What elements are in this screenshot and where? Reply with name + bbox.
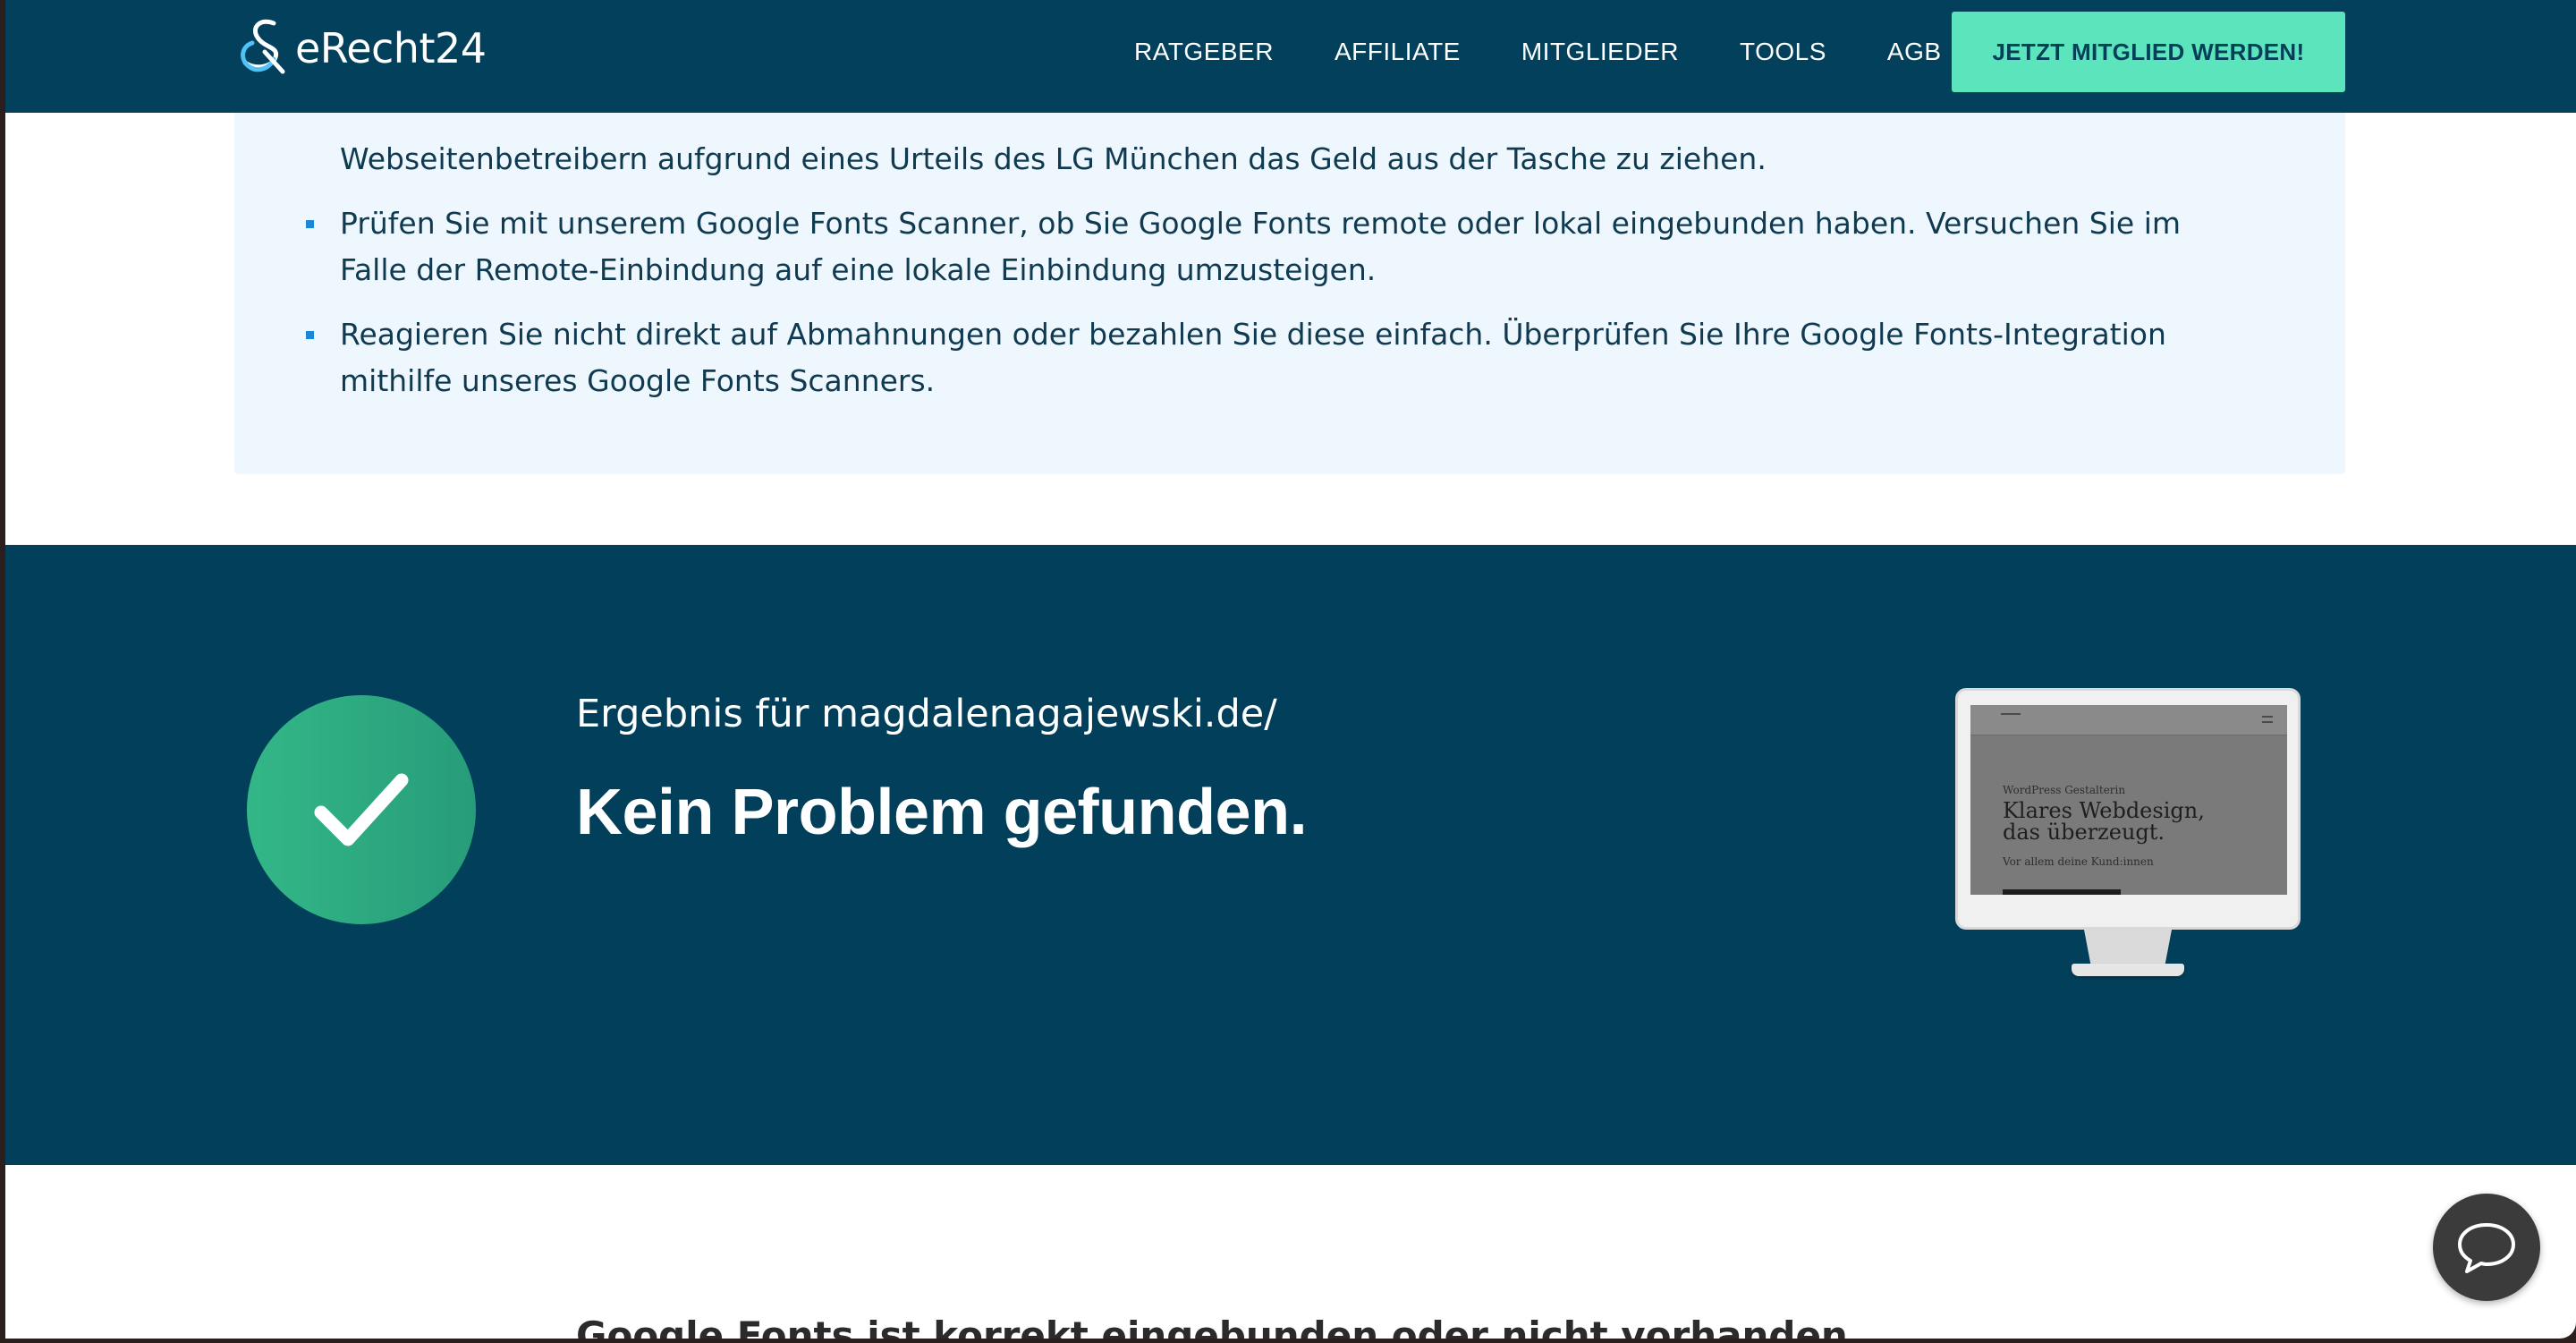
bullet-icon: [306, 331, 314, 339]
website-preview-monitor: WordPress Gestalterin Klares Webdesign, …: [1955, 688, 2301, 983]
chat-bubble-icon: [2458, 1223, 2515, 1273]
preview-headline: Klares Webdesign, das überzeugt.: [2003, 798, 2205, 845]
site-logo[interactable]: eRecht24: [234, 16, 487, 81]
erecht24-logo-icon: [241, 19, 285, 74]
monitor-stand: [2084, 930, 2172, 967]
list-item-text: Webseitenbetreibern aufgrund eines Urtei…: [340, 141, 1767, 176]
scan-result-section: Ergebnis für magdalenagajewski.de/ Kein …: [5, 545, 2576, 1165]
preview-topbar: [1970, 705, 2287, 735]
website-screenshot: WordPress Gestalterin Klares Webdesign, …: [1970, 705, 2287, 895]
site-header: eRecht24 RATGEBER AFFILIATE MITGLIEDER T…: [5, 0, 2576, 113]
preview-menu-icon: [2262, 716, 2273, 723]
list-item: Reagieren Sie nicht direkt auf Abmahnung…: [306, 311, 2229, 404]
monitor-frame: WordPress Gestalterin Klares Webdesign, …: [1955, 688, 2301, 930]
nav-item-tools[interactable]: TOOLS: [1740, 38, 1826, 66]
list-item-text: Prüfen Sie mit unserem Google Fonts Scan…: [340, 206, 2182, 287]
main-nav: RATGEBER AFFILIATE MITGLIEDER TOOLS AGB: [1134, 0, 1942, 104]
bullet-icon: [306, 220, 314, 228]
info-list: Webseitenbetreibern aufgrund eines Urtei…: [306, 89, 2229, 422]
nav-item-ratgeber[interactable]: RATGEBER: [1134, 38, 1274, 66]
list-item: Prüfen Sie mit unserem Google Fonts Scan…: [306, 200, 2229, 293]
nav-item-agb[interactable]: AGB: [1887, 38, 1942, 66]
browser-viewport: Webseitenbetreibern aufgrund eines Urtei…: [5, 0, 2576, 1339]
join-membership-button[interactable]: JETZT MITGLIED WERDEN!: [1952, 12, 2345, 92]
nav-item-affiliate[interactable]: AFFILIATE: [1335, 38, 1461, 66]
check-icon: [314, 773, 409, 846]
list-item-text: Reagieren Sie nicht direkt auf Abmahnung…: [340, 317, 2166, 398]
preview-button: [2003, 889, 2121, 895]
result-title: Kein Problem gefunden.: [576, 777, 1308, 848]
monitor-base: [2072, 964, 2184, 976]
logo-text: eRecht24: [295, 24, 487, 72]
success-badge: [247, 695, 476, 924]
section-heading: Google Fonts ist korrekt eingebunden ode…: [576, 1313, 1848, 1339]
chat-button[interactable]: [2433, 1194, 2540, 1301]
info-box: Webseitenbetreibern aufgrund eines Urtei…: [234, 54, 2345, 474]
result-domain-label: Ergebnis für magdalenagajewski.de/: [576, 692, 1277, 736]
nav-item-mitglieder[interactable]: MITGLIEDER: [1521, 38, 1679, 66]
preview-kicker: WordPress Gestalterin: [2003, 784, 2126, 796]
preview-subline: Vor allem deine Kund:innen: [2003, 855, 2154, 868]
preview-logo: [2001, 713, 2021, 722]
